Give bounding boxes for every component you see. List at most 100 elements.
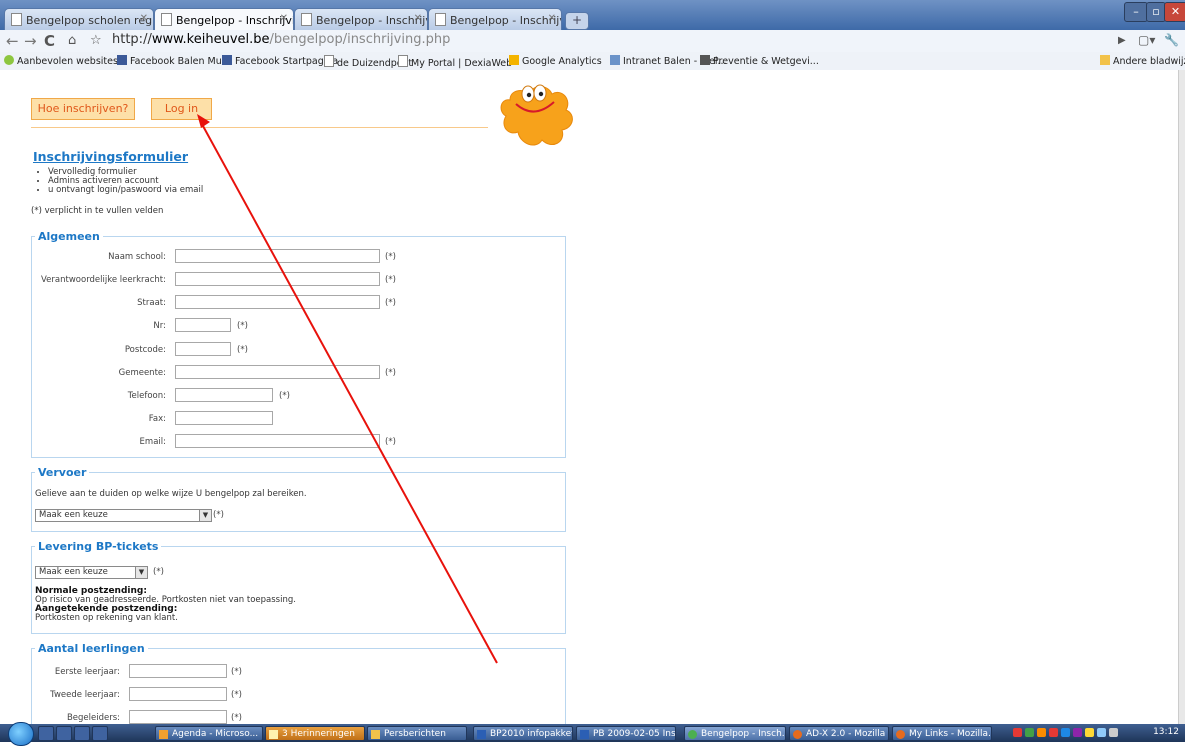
required-mark: (*)	[231, 713, 242, 723]
other-bookmarks[interactable]: Andere bladwijzers	[1100, 55, 1185, 67]
page-content: Hoe inschrijven? Log in Inschrijvingsfor…	[0, 70, 1178, 732]
taskbar-label: Persberichten	[384, 729, 446, 739]
bookmark-item[interactable]: My Portal | DexiaWeb	[398, 55, 512, 69]
email-input[interactable]	[175, 434, 380, 448]
bookmark-item[interactable]: Facebook Balen Mu...	[117, 55, 231, 67]
form-title[interactable]: Inschrijvingsformulier	[33, 149, 188, 164]
quicklaunch-icon[interactable]	[74, 726, 90, 741]
legend-levering: Levering BP-tickets	[38, 540, 159, 553]
back-icon[interactable]: ←	[6, 32, 19, 50]
volume-icon[interactable]	[1109, 728, 1118, 737]
page-icon	[11, 13, 22, 26]
taskbar-item[interactable]: PB 2009-02-05 Ins...	[576, 726, 676, 741]
tab-title: Bengelpop scholen regist...	[26, 14, 154, 27]
label-nr: Nr:	[153, 321, 166, 331]
word-icon	[580, 730, 589, 739]
login-button[interactable]: Log in	[151, 98, 212, 120]
vervoer-select[interactable]: Maak een keuze ▼	[35, 509, 212, 522]
tray-icon[interactable]	[1085, 728, 1094, 737]
home-icon[interactable]: ⌂	[68, 33, 76, 48]
gemeente-input[interactable]	[175, 365, 380, 379]
quicklaunch-icon[interactable]	[38, 726, 54, 741]
ie-icon[interactable]	[92, 726, 108, 741]
chrome-icon	[688, 730, 697, 739]
straat-input[interactable]	[175, 295, 380, 309]
required-mark: (*)	[237, 321, 248, 331]
close-icon[interactable]: ✕	[414, 13, 422, 24]
browser-tab-strip: Bengelpop scholen regist...✕ Bengelpop -…	[0, 0, 1185, 30]
network-icon[interactable]	[1097, 728, 1106, 737]
minimize-button[interactable]: –	[1124, 2, 1148, 22]
required-mark: (*)	[237, 345, 248, 355]
tray-icon[interactable]	[1037, 728, 1046, 737]
taskbar-item[interactable]: BP2010 infopakket...	[473, 726, 573, 741]
taskbar-item-active[interactable]: Bengelpop - Insch...	[684, 726, 786, 741]
label-gemeente: Gemeente:	[118, 368, 166, 378]
label-begeleiders: Begeleiders:	[66, 713, 120, 723]
tab-4[interactable]: Bengelpop - Inschrijvingen✕	[428, 8, 562, 30]
system-tray	[1013, 727, 1148, 739]
tweede-leerjaar-input[interactable]	[129, 687, 227, 701]
star-icon[interactable]: ☆	[90, 33, 102, 48]
begeleiders-input[interactable]	[129, 710, 227, 724]
taskbar-item[interactable]: AD-X 2.0 - Mozilla ...	[789, 726, 889, 741]
levering-options-text: Normale postzending: Op risico van geadr…	[35, 587, 296, 623]
label-eerste-leerjaar: Eerste leerjaar:	[54, 667, 120, 677]
select-value: Maak een keuze	[39, 567, 108, 577]
maximize-button[interactable]: ▫	[1146, 2, 1166, 22]
taskbar-item[interactable]: My Links - Mozilla...	[892, 726, 992, 741]
tray-icon[interactable]	[1073, 728, 1082, 737]
bookmark-item[interactable]: Aanbevolen websites	[4, 55, 118, 67]
mascot-logo	[500, 84, 573, 146]
bookmark-item[interactable]: Preventie & Wetgevi...	[700, 55, 819, 67]
required-mark: (*)	[231, 667, 242, 677]
tray-icon[interactable]	[1061, 728, 1070, 737]
address-bar[interactable]: http://www.keiheuvel.be/bengelpop/inschr…	[112, 32, 450, 47]
start-button[interactable]	[8, 722, 34, 746]
chrome-icon	[4, 55, 14, 65]
clock[interactable]: 13:12	[1153, 727, 1179, 737]
wrench-icon[interactable]: 🔧	[1164, 33, 1179, 47]
go-icon[interactable]: ▶	[1118, 35, 1126, 46]
tray-icon[interactable]	[1025, 728, 1034, 737]
tray-icon[interactable]	[1049, 728, 1058, 737]
levering-select[interactable]: Maak een keuze ▼	[35, 566, 148, 579]
analytics-icon	[509, 55, 519, 65]
folder-icon	[1100, 55, 1110, 65]
new-tab-button[interactable]: +	[565, 12, 589, 30]
registered-shipping-text: Portkosten op rekening van klant.	[35, 613, 178, 623]
page-scrollbar[interactable]	[1178, 70, 1185, 724]
how-to-register-button[interactable]: Hoe inschrijven?	[31, 98, 135, 120]
firefox-icon	[793, 730, 802, 739]
required-mark: (*)	[385, 252, 396, 262]
leerkracht-input[interactable]	[175, 272, 380, 286]
tab-1[interactable]: Bengelpop scholen regist...✕	[4, 8, 154, 30]
tab-2-active[interactable]: Bengelpop - Inschrijvingen✕	[154, 8, 294, 30]
telefoon-input[interactable]	[175, 388, 273, 402]
tray-icon[interactable]	[1013, 728, 1022, 737]
naam-school-input[interactable]	[175, 249, 380, 263]
label-email: Email:	[139, 437, 166, 447]
bookmark-label: Google Analytics	[522, 56, 602, 67]
taskbar-item[interactable]: Agenda - Microso...	[155, 726, 263, 741]
quicklaunch-icon[interactable]	[56, 726, 72, 741]
page-menu-icon[interactable]: ▢▾	[1138, 33, 1155, 47]
close-icon[interactable]: ✕	[548, 13, 556, 24]
tab-3[interactable]: Bengelpop - Inschrijvingen✕	[294, 8, 428, 30]
fax-input[interactable]	[175, 411, 273, 425]
nr-input[interactable]	[175, 318, 231, 332]
forward-icon[interactable]: →	[24, 32, 37, 50]
taskbar-item[interactable]: Persberichten	[367, 726, 467, 741]
bookmark-item[interactable]: Google Analytics	[509, 55, 602, 67]
close-window-button[interactable]: ✕	[1164, 2, 1185, 22]
folder-icon	[371, 730, 380, 739]
reload-icon[interactable]: C	[44, 32, 55, 50]
bookmark-item[interactable]: Facebook Startpagina	[222, 55, 338, 67]
close-icon[interactable]: ✕	[140, 13, 148, 24]
postcode-input[interactable]	[175, 342, 231, 356]
facebook-icon	[222, 55, 232, 65]
taskbar-item[interactable]: 3 Herinneringen	[265, 726, 365, 741]
eerste-leerjaar-input[interactable]	[129, 664, 227, 678]
close-icon[interactable]: ✕	[280, 13, 288, 24]
legend-vervoer: Vervoer	[38, 466, 87, 479]
